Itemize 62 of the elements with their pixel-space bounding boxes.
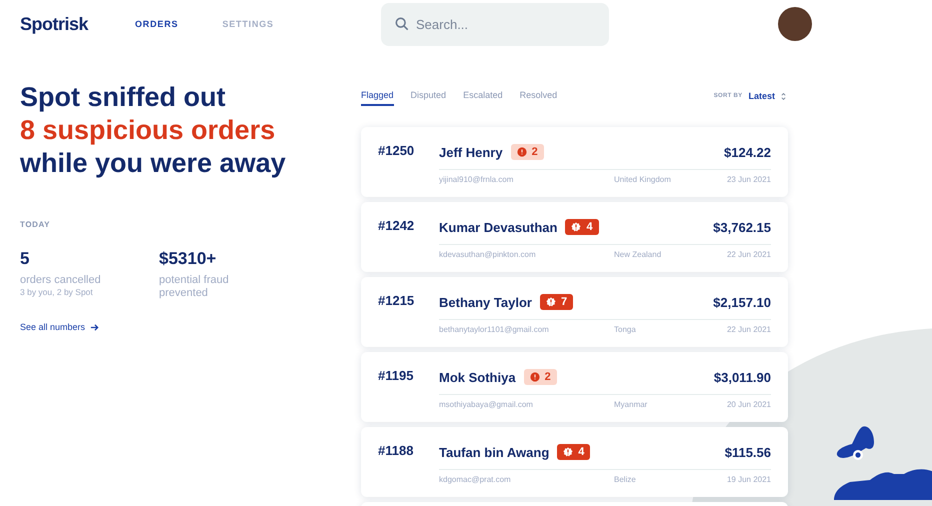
order-number: #1215	[378, 293, 416, 310]
customer-email: yijinal910@frnla.com	[439, 175, 514, 184]
logo[interactable]: Spotrisk	[20, 14, 135, 34]
flag-badge: 7	[540, 294, 574, 310]
order-date: 23 Jun 2021	[726, 175, 771, 184]
customer-email: kdevasuthan@pinkton.com	[439, 250, 537, 259]
alert-icon	[516, 147, 527, 157]
order-number: #1242	[378, 218, 416, 235]
customer-country: United Kingdom	[614, 175, 672, 184]
order-number: #1250	[378, 143, 416, 160]
customer-country: New Zealand	[614, 250, 662, 259]
order-amount: $2,157.10	[713, 294, 771, 310]
customer-name: Jeff Henry	[439, 144, 503, 160]
flag-badge: 4	[557, 444, 590, 460]
headline: Spot sniffed out 8 suspicious orders while you were away	[20, 81, 287, 180]
customer-name: Bethany Taylor	[439, 294, 532, 310]
order-date: 22 Jun 2021	[726, 325, 771, 334]
flag-badge: 2	[524, 369, 557, 385]
search-icon	[395, 16, 409, 30]
avatar[interactable]	[778, 7, 812, 41]
customer-name: Taufan bin Awang	[439, 444, 550, 460]
see-all-link[interactable]: See all numbers	[20, 322, 100, 332]
alert-icon	[546, 297, 556, 307]
alert-icon	[563, 447, 574, 457]
customer-email: kdgomac@prat.com	[439, 475, 512, 484]
order-number: #1195	[378, 368, 414, 385]
stat-value: $5310+	[159, 249, 218, 269]
customer-email: bethanytaylor1101@gmail.com	[439, 325, 550, 334]
customer-name: Kumar Devasuthan	[439, 220, 558, 234]
tab[interactable]: Flagged	[361, 90, 394, 106]
search-field[interactable]: Search...	[381, 2, 609, 46]
stat-note: 3 by you, 2 by Spot	[20, 287, 94, 297]
order-amount: $124.22	[724, 144, 771, 160]
arrow-icon	[90, 322, 100, 332]
order-number: #1188	[378, 443, 414, 460]
order-date: 19 Jun 2021	[726, 475, 771, 484]
customer-country: Tonga	[614, 325, 637, 334]
customer-country: Belize	[614, 475, 637, 484]
customer-country: Myanmar	[614, 400, 648, 409]
order-date: 22 Jun 2021	[726, 250, 771, 259]
nav-link[interactable]: ORDERS	[135, 19, 178, 29]
order-amount: $3,762.15	[713, 220, 771, 234]
stat-value: 5	[20, 249, 30, 269]
alert-icon	[571, 222, 582, 232]
order-card[interactable]: #1188 Taufan bin Awang 4 $115.56 kdgomac@prat.com Belize 19 Jun 2021	[361, 427, 788, 497]
order-card[interactable]: #1242 Kumar Devasuthan 4 $3,762.15 kdevasuthan@pinkton.com New Zealand 22 Jun 2021	[361, 202, 788, 272]
section-label: TODAY	[20, 220, 52, 229]
customer-name: Mok Sothiya	[439, 370, 516, 384]
order-card[interactable]: #1215 Bethany Taylor 7 $2,157.10 bethanytaylor1101@gmail.com Tonga 22 Jun 2021	[361, 277, 788, 347]
order-amount: $3,011.90	[714, 370, 771, 384]
stat-label: potential fraud prevented	[159, 274, 230, 300]
order-card[interactable]: #1250 Jeff Henry 2 $124.22 yijinal910@frnla.com United Kingdom 23 Jun 2021	[361, 127, 788, 197]
sort-arrows-icon	[781, 92, 786, 100]
order-card[interactable]: #1195 Mok Sothiya 2 $3,011.90 msothiyabaya@gmail.com Myanmar 20 Jun 2021	[361, 352, 788, 422]
sort-dropdown[interactable]: Latest	[748, 91, 786, 101]
customer-email: msothiyabaya@gmail.com	[439, 400, 534, 409]
flag-badge: 4	[565, 219, 599, 235]
flag-badge: 2	[510, 144, 544, 160]
stat-label: orders cancelled	[20, 274, 102, 287]
order-amount: $115.56	[724, 444, 771, 460]
order-date: 20 Jun 2021	[726, 400, 771, 409]
alert-icon	[530, 372, 540, 382]
